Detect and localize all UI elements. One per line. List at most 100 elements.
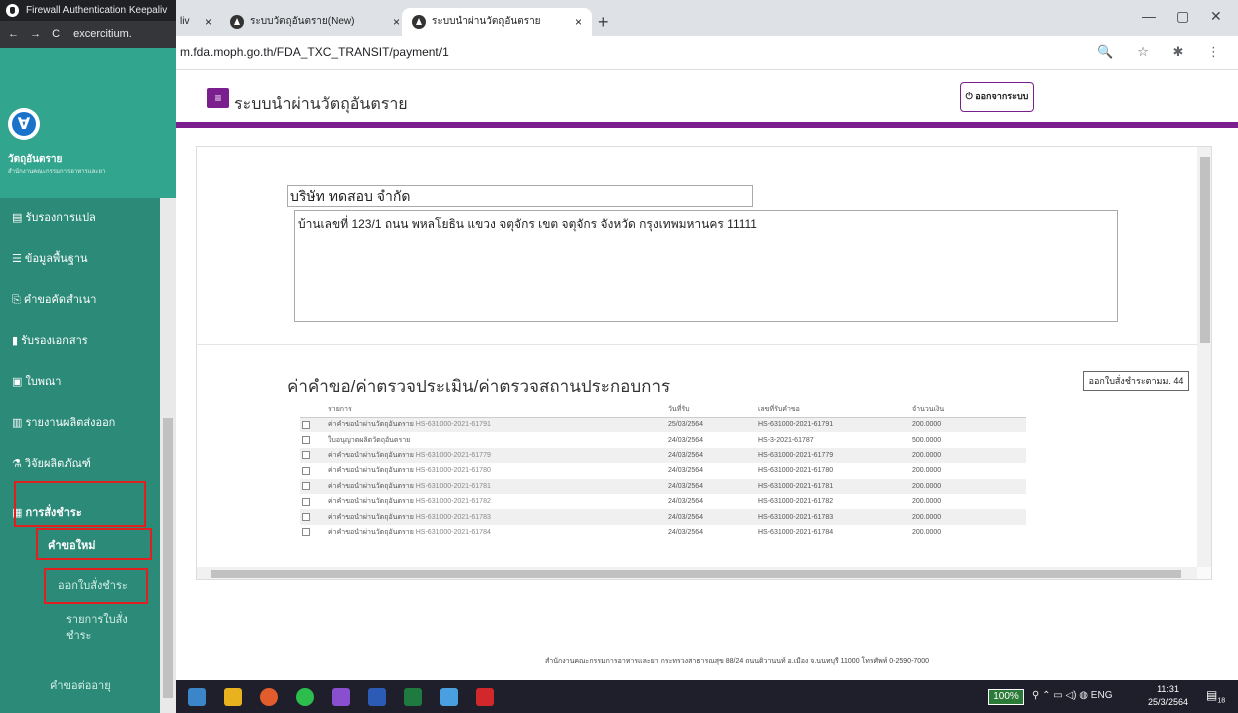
address-textarea[interactable]: บ้านเลขที่ 123/1 ถนน พหลโยธิน แขวง จตุจั… xyxy=(294,210,1118,322)
notification-center-icon[interactable]: ▤18 xyxy=(1206,688,1225,704)
table-row[interactable]: ค่าคำขอนำผ่านวัตถุอันตราย HS-631000-2021… xyxy=(300,447,1026,464)
row-amount: 200.0000 xyxy=(910,478,1026,494)
bg-address-bar[interactable]: ← → C excercitium. xyxy=(0,21,176,48)
fees-table: รายการ วันที่รับ เลขที่รับคำขอ จำนวนเงิน… xyxy=(300,403,1026,540)
minimize-button[interactable]: — xyxy=(1142,8,1156,24)
language-indicator[interactable]: ENG xyxy=(1091,690,1113,701)
row-item: ค่าคำขอนำผ่านวัตถุอันตราย xyxy=(328,467,414,475)
row-checkbox[interactable] xyxy=(302,528,310,537)
row-ref: HS-631000-2021-61779 xyxy=(756,447,910,464)
vertical-scrollbar[interactable] xyxy=(1197,147,1211,567)
sidebar-item-translation[interactable]: ▤ รับรองการแปล xyxy=(0,198,160,239)
sidebar-item-research[interactable]: ⚗ วิจัยผลิตภัณฑ์ xyxy=(0,444,160,485)
reload-icon[interactable]: C xyxy=(52,28,60,40)
sidebar-subitem-new-request[interactable]: คำขอใหม่ xyxy=(36,528,152,560)
notification-count: 18 xyxy=(1217,697,1226,705)
table-row[interactable]: ค่าคำขอนำผ่านวัตถุอันตราย HS-631000-2021… xyxy=(300,494,1026,509)
file-explorer-icon[interactable] xyxy=(224,688,242,706)
snipping-tool-icon[interactable] xyxy=(440,688,458,706)
table-row[interactable]: ค่าคำขอนำผ่านวัตถุอันตราย HS-631000-2021… xyxy=(300,509,1026,525)
clock[interactable]: 11:31 25/3/2564 xyxy=(1148,683,1188,709)
tab-transit-active[interactable]: ระบบนำผ่านวัตถุอันตราย × xyxy=(402,8,592,36)
excel-icon[interactable] xyxy=(404,688,422,706)
row-item: ค่าคำขอนำผ่านวัตถุอันตราย xyxy=(328,498,414,506)
row-date: 24/03/2564 xyxy=(668,528,704,536)
logout-button[interactable]: ⏻ ออกจากระบบ xyxy=(960,82,1034,112)
visual-studio-icon[interactable] xyxy=(332,688,350,706)
back-arrow-icon[interactable]: ← xyxy=(8,28,19,40)
row-checkbox[interactable] xyxy=(302,513,310,522)
row-code: HS-631000-2021-61782 xyxy=(415,498,491,506)
row-amount: 200.0000 xyxy=(912,528,942,536)
row-amount: 200.0000 xyxy=(912,498,942,506)
sidebar-item-certify-docs[interactable]: ▮ รับรองเอกสาร xyxy=(0,321,160,362)
row-amount: 200.0000 xyxy=(910,509,1026,525)
close-tab-icon[interactable]: × xyxy=(393,8,400,36)
tab-partial[interactable]: liv × xyxy=(176,8,216,36)
page-footer: สำนักงานคณะกรรมการอาหารและยา กระทรวงสาธา… xyxy=(545,658,929,665)
row-checkbox[interactable] xyxy=(302,466,310,475)
sidebar-subitem-payment-list[interactable]: รายการใบสั่งชำระ xyxy=(66,612,146,644)
sidebar-subitem-issue-payment[interactable]: ออกใบสั่งชำระ xyxy=(44,568,148,604)
zoom-indicator[interactable]: 100% xyxy=(988,689,1024,705)
sidebar-item-invoice[interactable]: ▣ ใบพณา xyxy=(0,362,160,403)
close-tab-icon[interactable]: × xyxy=(575,8,582,36)
header-divider xyxy=(176,122,1238,128)
row-ref: HS-631000-2021-61784 xyxy=(758,528,834,536)
sidebar-subitem-renewal[interactable]: คำขอต่ออายุ xyxy=(50,676,111,694)
row-item: ค่าคำขอนำผ่านวัตถุอันตราย xyxy=(328,451,414,459)
bg-browser-tab[interactable]: Firewall Authentication Keepaliv xyxy=(0,0,176,21)
section-title: ค่าคำขอ/ค่าตรวจประเมิน/ค่าตรวจสถานประกอบ… xyxy=(287,377,671,396)
row-item: ค่าคำขอนำผ่านวัตถุอันตราย xyxy=(328,528,414,536)
app-header: ≡ ระบบนำผ่านวัตถุอันตราย ⏻ ออกจากระบบ xyxy=(176,70,1238,122)
sidebar-item-basic-data[interactable]: ☰ ข้อมูลพื้นฐาน xyxy=(0,239,160,280)
row-item: ใบอนุญาตผลิตวัตถุอันตราย xyxy=(328,436,411,444)
table-row[interactable]: ค่าคำขอนำผ่านวัตถุอันตราย HS-631000-2021… xyxy=(300,463,1026,478)
row-checkbox[interactable] xyxy=(302,451,310,460)
row-code: HS-631000-2021-61780 xyxy=(415,467,491,475)
menu-toggle-button[interactable]: ≡ xyxy=(207,88,229,108)
row-item: ค่าคำขอนำผ่านวัตถุอันตราย xyxy=(328,513,414,521)
sidebar-item-copy-request[interactable]: ⎘ คำขอคัดสำเนา xyxy=(0,280,160,321)
forward-arrow-icon[interactable]: → xyxy=(30,28,41,40)
tab-hazardous-new[interactable]: ระบบวัตถุอันตราย(New) × xyxy=(220,8,410,36)
chrome-icon[interactable] xyxy=(260,688,278,706)
row-checkbox[interactable] xyxy=(302,497,310,506)
col-header-select xyxy=(300,403,326,418)
horizontal-scrollbar[interactable] xyxy=(197,567,1197,579)
row-code: HS-631000-2021-61783 xyxy=(415,513,491,521)
sidebar-scrollbar[interactable] xyxy=(160,198,176,713)
angular-icon xyxy=(230,15,244,29)
row-checkbox[interactable] xyxy=(302,436,310,445)
new-tab-button[interactable]: + xyxy=(598,12,609,33)
issue-payment-order-button[interactable]: ออกใบสั่งชำระตามม. 44 xyxy=(1083,371,1189,391)
company-name-field[interactable]: บริษัท ทดสอบ จำกัด xyxy=(287,185,753,207)
row-ref: HS-631000-2021-61780 xyxy=(758,467,834,475)
word-icon[interactable] xyxy=(368,688,386,706)
tray-icons: ⚲ ⌃ ▭ ◁) ◍ xyxy=(1032,690,1089,701)
table-row[interactable]: ค่าคำขอนำผ่านวัตถุอันตราย HS-631000-2021… xyxy=(300,417,1026,433)
row-ref: HS-631000-2021-61781 xyxy=(756,478,910,494)
address-bar[interactable]: m.fda.moph.go.th/FDA_TXC_TRANSIT/payment… xyxy=(176,36,1238,70)
acrobat-icon[interactable] xyxy=(476,688,494,706)
close-tab-icon[interactable]: × xyxy=(205,8,212,36)
row-code: HS-631000-2021-61784 xyxy=(415,528,491,536)
table-row[interactable]: ค่าคำขอนำผ่านวัตถุอันตราย HS-631000-2021… xyxy=(300,525,1026,540)
row-code: HS-631000-2021-61779 xyxy=(415,451,491,459)
shield-icon xyxy=(6,4,19,17)
row-checkbox[interactable] xyxy=(302,482,310,491)
table-row[interactable]: ใบอนุญาตผลิตวัตถุอันตราย 24/03/2564 HS-3… xyxy=(300,432,1026,447)
system-tray[interactable]: ⚲ ⌃ ▭ ◁) ◍ ENG xyxy=(1032,690,1112,701)
restore-button[interactable]: ▢ xyxy=(1176,8,1189,25)
line-app-icon[interactable] xyxy=(296,688,314,706)
toolbar-icons[interactable]: 🔍 ☆ ✱ ⋮ xyxy=(1097,44,1230,60)
close-window-button[interactable]: ✕ xyxy=(1210,8,1222,25)
sidebar-item-export-report[interactable]: ▥ รายงานผลิตส่งออก xyxy=(0,403,160,444)
start-icon[interactable] xyxy=(188,688,206,706)
row-amount: 200.0000 xyxy=(910,447,1026,464)
fees-card: ค่าคำขอ/ค่าตรวจประเมิน/ค่าตรวจสถานประกอบ… xyxy=(197,345,1197,579)
table-row[interactable]: ค่าคำขอนำผ่านวัตถุอันตราย HS-631000-2021… xyxy=(300,478,1026,494)
url-text[interactable]: m.fda.moph.go.th/FDA_TXC_TRANSIT/payment… xyxy=(180,45,449,59)
page-title: ระบบนำผ่านวัตถุอันตราย xyxy=(234,96,408,113)
row-checkbox[interactable] xyxy=(302,420,310,429)
